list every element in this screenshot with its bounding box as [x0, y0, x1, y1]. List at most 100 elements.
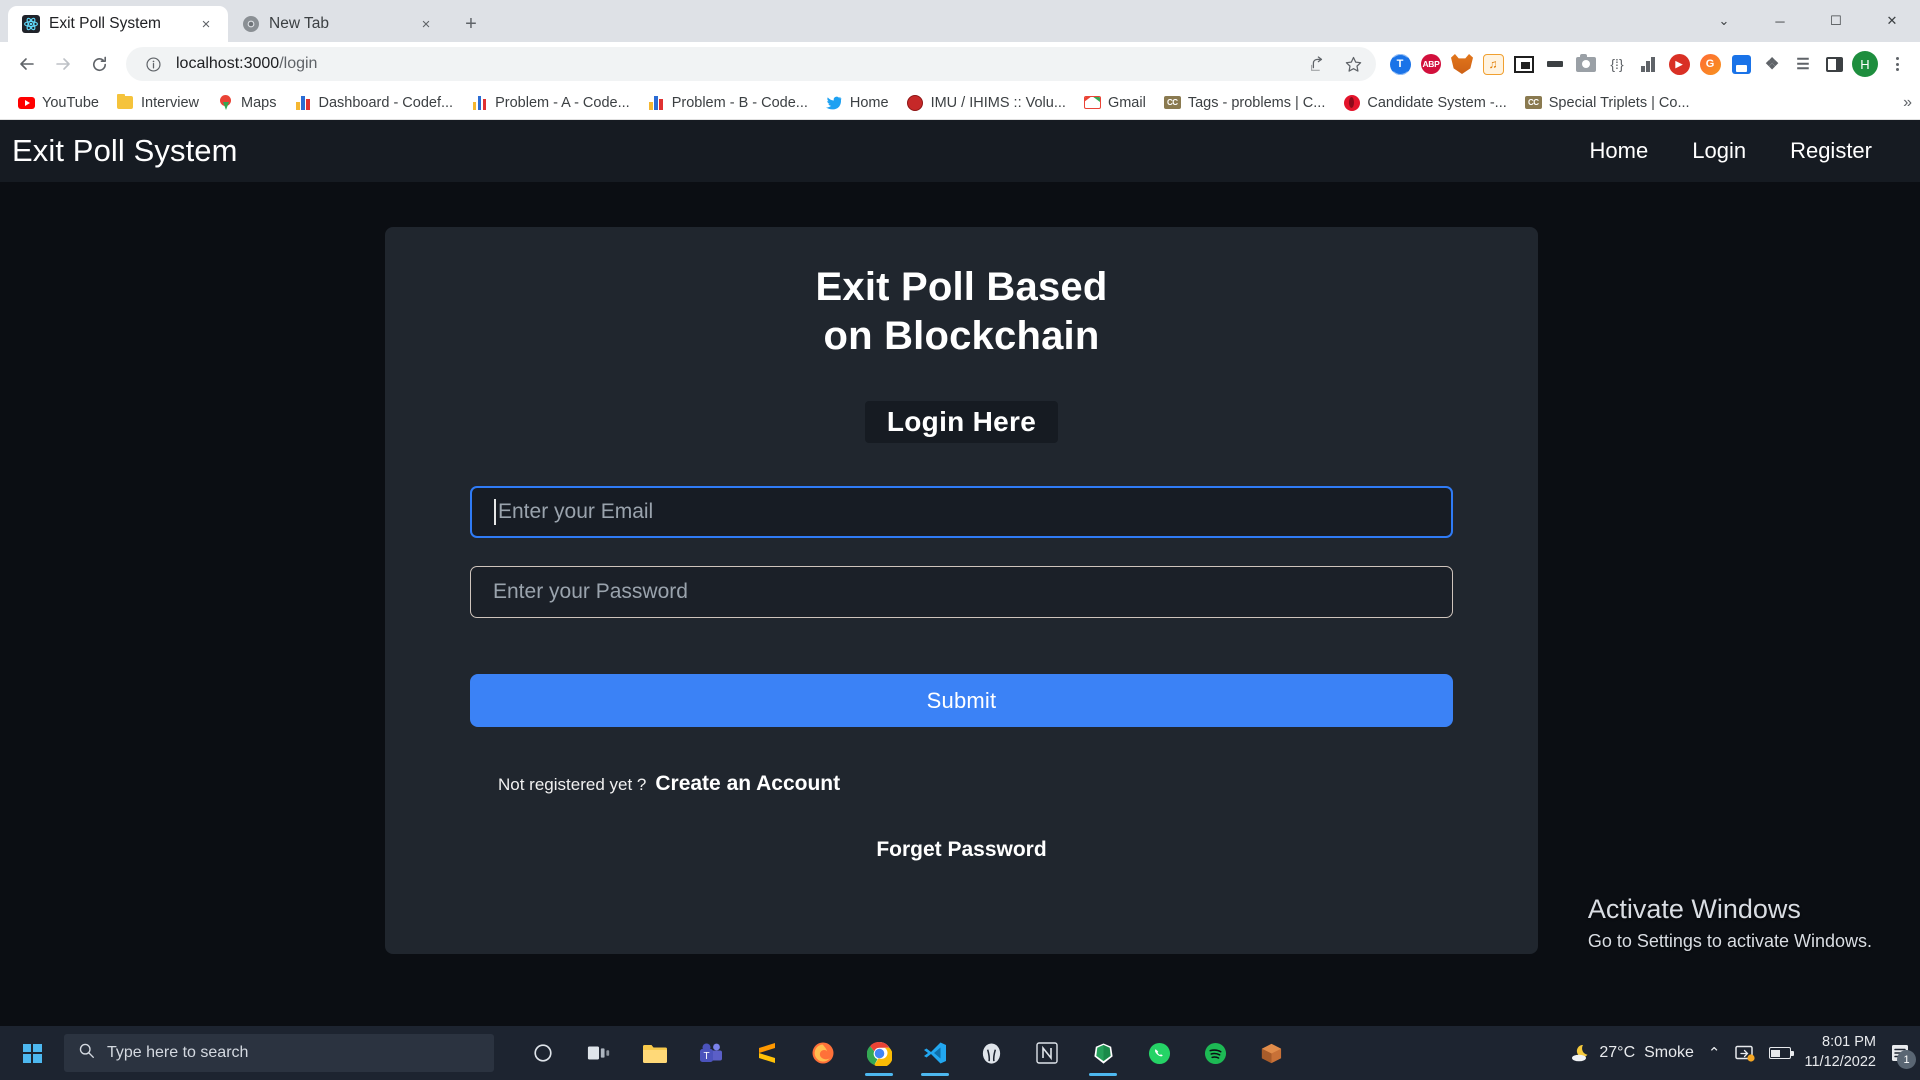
- tab-close-icon[interactable]: ×: [416, 14, 436, 34]
- taskbar-apps: T: [520, 1030, 1294, 1076]
- minimize-button[interactable]: ─: [1752, 0, 1808, 42]
- notification-icon[interactable]: 1: [1890, 1043, 1916, 1069]
- create-account-link[interactable]: Create an Account: [655, 772, 840, 796]
- bookmark-imu-ihims[interactable]: IMU / IHIMS :: Volu...: [899, 90, 1074, 115]
- tab-close-icon[interactable]: ×: [196, 14, 216, 34]
- tab-search-chevron-icon[interactable]: ⌄: [1696, 0, 1752, 42]
- dark-reader-icon[interactable]: [1541, 50, 1569, 78]
- notion-icon[interactable]: [1024, 1030, 1070, 1076]
- forget-password-link[interactable]: Forget Password: [876, 838, 1046, 861]
- sublime-text-icon[interactable]: [744, 1030, 790, 1076]
- nav-link-login[interactable]: Login: [1692, 138, 1746, 164]
- metamask-fox-icon[interactable]: [1448, 50, 1476, 78]
- bookmark-tags-problems[interactable]: CC Tags - problems | C...: [1156, 90, 1334, 115]
- network-icon[interactable]: [1734, 1044, 1755, 1062]
- side-panel-icon[interactable]: [1820, 50, 1848, 78]
- avatar[interactable]: H: [1851, 50, 1879, 78]
- weather-condition-text: Smoke: [1644, 1044, 1694, 1061]
- cortana-icon[interactable]: [520, 1030, 566, 1076]
- back-button[interactable]: [10, 47, 44, 81]
- browser-tab-active[interactable]: Exit Poll System ×: [8, 6, 228, 42]
- clock-time: 8:01 PM: [1822, 1034, 1876, 1051]
- picture-in-picture-icon[interactable]: [1510, 50, 1538, 78]
- address-bar[interactable]: localhost:3000/login: [126, 47, 1376, 81]
- extensions-puzzle-icon[interactable]: ❖: [1758, 50, 1786, 78]
- json-viewer-icon[interactable]: {⁞}: [1603, 50, 1631, 78]
- nav-link-register[interactable]: Register: [1790, 138, 1872, 164]
- whatsapp-icon[interactable]: [1136, 1030, 1182, 1076]
- bookmark-gmail[interactable]: Gmail: [1076, 90, 1154, 115]
- forward-button[interactable]: [46, 47, 80, 81]
- firefox-icon[interactable]: [800, 1030, 846, 1076]
- share-icon[interactable]: [1304, 51, 1330, 77]
- bookmark-interview[interactable]: Interview: [109, 90, 207, 115]
- analytics-chart-icon[interactable]: [1634, 50, 1662, 78]
- email-field[interactable]: Enter your Email: [470, 486, 1453, 539]
- bookmarks-overflow-button[interactable]: »: [1903, 94, 1912, 112]
- file-explorer-icon[interactable]: [632, 1030, 678, 1076]
- bookmark-dashboard-codeforces[interactable]: Dashboard - Codef...: [286, 90, 461, 115]
- seal-icon: [907, 94, 924, 111]
- bookmark-candidate-system[interactable]: Candidate System -...: [1335, 90, 1514, 115]
- package-box-icon[interactable]: [1248, 1030, 1294, 1076]
- search-icon: [78, 1042, 95, 1064]
- clock[interactable]: 8:01 PM 11/12/2022: [1805, 1033, 1877, 1072]
- reading-list-icon[interactable]: ☰: [1789, 50, 1817, 78]
- browser-toolbar: localhost:3000/login T ABP ♫ {⁞} ▶ G ❖ ☰…: [0, 42, 1920, 86]
- google-chrome-icon[interactable]: [856, 1030, 902, 1076]
- login-form: Enter your Email Enter your Password Sub…: [385, 486, 1538, 862]
- bookmark-label: Maps: [241, 94, 277, 111]
- window-controls: ⌄ ─ ☐ ✕: [1696, 0, 1920, 42]
- tampermonkey-icon[interactable]: T: [1386, 50, 1414, 78]
- maximize-button[interactable]: ☐: [1808, 0, 1864, 42]
- reload-button[interactable]: [82, 47, 116, 81]
- bookmark-label: IMU / IHIMS :: Volu...: [930, 94, 1066, 111]
- screenshot-camera-icon[interactable]: [1572, 50, 1600, 78]
- bookmark-twitter-home[interactable]: Home: [818, 90, 897, 115]
- bookmark-label: Tags - problems | C...: [1187, 94, 1326, 111]
- register-prompt-text: Not registered yet ?: [498, 775, 647, 795]
- password-field[interactable]: Enter your Password: [470, 566, 1453, 619]
- windows-start-icon[interactable]: [4, 1026, 60, 1080]
- weather-widget[interactable]: 27°C Smoke: [1570, 1043, 1694, 1063]
- windows-taskbar: Type here to search T 27°C Smoke ⌃ 8:01 …: [0, 1026, 1920, 1080]
- star-icon[interactable]: [1340, 51, 1366, 77]
- microsoft-teams-icon[interactable]: T: [688, 1030, 734, 1076]
- folder-icon: [117, 93, 134, 111]
- adblock-plus-icon[interactable]: ABP: [1417, 50, 1445, 78]
- bookmark-special-triplets[interactable]: CC Special Triplets | Co...: [1517, 90, 1698, 115]
- windows-activation-watermark: Activate Windows Go to Settings to activ…: [1588, 894, 1872, 952]
- brave-browser-icon[interactable]: [1080, 1030, 1126, 1076]
- bookmark-label: Candidate System -...: [1367, 94, 1507, 111]
- bookmark-label: YouTube: [42, 94, 99, 111]
- battery-icon[interactable]: [1768, 1047, 1794, 1059]
- grammarly-icon[interactable]: G: [1696, 50, 1724, 78]
- bar-chart-icon: [648, 94, 665, 111]
- login-badge-wrapper: Login Here: [385, 401, 1538, 444]
- browser-tab-newtab[interactable]: New Tab ×: [228, 6, 448, 42]
- bookmark-youtube[interactable]: YouTube: [10, 90, 107, 115]
- video-download-icon[interactable]: ▶: [1665, 50, 1693, 78]
- save-session-icon[interactable]: [1727, 50, 1755, 78]
- system-tray: 27°C Smoke ⌃ 8:01 PM 11/12/2022 1: [1570, 1033, 1920, 1072]
- page-content: Exit Poll System Home Login Register Exi…: [0, 120, 1920, 1024]
- postgresql-icon[interactable]: [968, 1030, 1014, 1076]
- spotify-icon[interactable]: [1192, 1030, 1238, 1076]
- new-tab-button[interactable]: +: [456, 9, 486, 39]
- temperature-text: 27°C: [1599, 1044, 1636, 1061]
- task-view-icon[interactable]: [576, 1030, 622, 1076]
- bookmark-problem-b[interactable]: Problem - B - Code...: [640, 90, 816, 115]
- info-circle-icon[interactable]: [140, 51, 166, 77]
- bookmark-problem-a[interactable]: Problem - A - Code...: [463, 90, 638, 115]
- chevron-up-icon[interactable]: ⌃: [1708, 1044, 1721, 1062]
- browser-menu-button[interactable]: [1882, 49, 1912, 79]
- honey-icon[interactable]: ♫: [1479, 50, 1507, 78]
- close-window-button[interactable]: ✕: [1864, 0, 1920, 42]
- bookmark-maps[interactable]: Maps: [209, 90, 284, 115]
- search-input[interactable]: Type here to search: [64, 1034, 494, 1072]
- nav-link-home[interactable]: Home: [1590, 138, 1649, 164]
- login-card: Exit Poll Based on Blockchain Login Here…: [385, 227, 1538, 954]
- submit-button[interactable]: Submit: [470, 674, 1453, 728]
- youtube-icon: [18, 94, 35, 111]
- vs-code-icon[interactable]: [912, 1030, 958, 1076]
